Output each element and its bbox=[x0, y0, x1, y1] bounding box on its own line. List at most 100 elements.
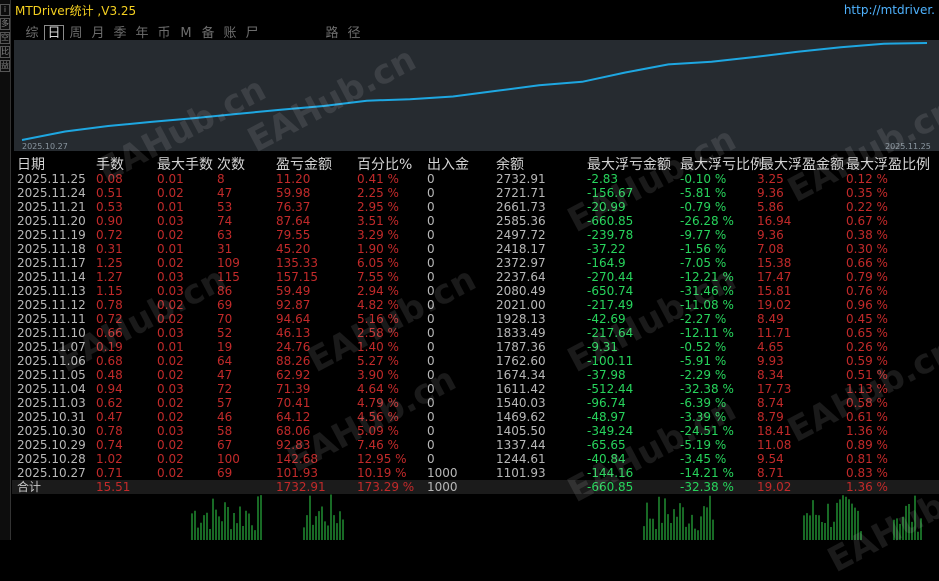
table-cell: 0.02 bbox=[157, 298, 184, 312]
table-cell: 46.13 bbox=[276, 326, 311, 340]
equity-curve-svg bbox=[21, 42, 928, 141]
column-header: 最大手数 bbox=[157, 157, 213, 173]
table-cell: 2025.10.28 bbox=[17, 452, 86, 466]
table-cell: 1.40 % bbox=[357, 340, 399, 354]
table-cell: 2.25 % bbox=[357, 186, 399, 200]
website-url-link[interactable]: http://mtdriver. bbox=[844, 3, 935, 17]
table-row: 2025.11.05 0.48 0.02 47 62.92 3.90 % 0 1674.34 -… bbox=[12, 368, 939, 382]
table-cell: 0 bbox=[427, 354, 435, 368]
table-cell: 0 bbox=[427, 424, 435, 438]
chart-x-end-label: 2025.11.25 bbox=[885, 142, 931, 151]
table-cell: 2025.11.06 bbox=[17, 354, 86, 368]
table-cell: 2025.11.25 bbox=[17, 172, 86, 186]
tab-8[interactable]: 备 bbox=[198, 22, 218, 41]
table-cell: 1674.34 bbox=[496, 368, 546, 382]
table-cell: 2025.11.20 bbox=[17, 214, 86, 228]
table-cell: 109 bbox=[217, 256, 240, 270]
table-cell: 1405.50 bbox=[496, 424, 546, 438]
table-cell: 72 bbox=[217, 382, 233, 396]
table-cell: -2.83 bbox=[587, 172, 619, 186]
table-cell: 9.54 bbox=[757, 452, 784, 466]
table-cell: 0.58 % bbox=[846, 396, 888, 410]
table-cell: 0.62 bbox=[96, 396, 123, 410]
total-cell: 1732.91 bbox=[276, 480, 326, 494]
table-cell: 7.55 % bbox=[357, 270, 399, 284]
table-cell: -5.19 % bbox=[680, 438, 727, 452]
table-cell: 0.74 bbox=[96, 438, 123, 452]
table-cell: 87.64 bbox=[276, 214, 311, 228]
table-cell: -12.21 % bbox=[680, 270, 734, 284]
table-cell: -14.21 % bbox=[680, 466, 734, 480]
table-cell: 0 bbox=[427, 368, 435, 382]
table-cell: 3.90 % bbox=[357, 368, 399, 382]
left-strip-button[interactable]: 比 bbox=[0, 46, 10, 58]
table-cell: 0.22 % bbox=[846, 200, 888, 214]
table-cell: 0.08 bbox=[96, 172, 123, 186]
table-cell: 1611.42 bbox=[496, 382, 546, 396]
table-cell: 4.64 % bbox=[357, 382, 399, 396]
table-cell: -100.11 bbox=[587, 354, 634, 368]
tab-10[interactable]: 尸 bbox=[242, 22, 262, 41]
table-cell: -65.65 bbox=[587, 438, 626, 452]
tab-5[interactable]: 年 bbox=[132, 22, 152, 41]
table-cell: 0.71 bbox=[96, 466, 123, 480]
tab-11[interactable]: 路 bbox=[322, 22, 342, 41]
table-cell: -9.31 bbox=[587, 340, 619, 354]
table-cell: 0 bbox=[427, 270, 435, 284]
tab-9[interactable]: 账 bbox=[220, 22, 240, 41]
equity-curve-chart bbox=[14, 40, 939, 151]
table-cell: 0.30 % bbox=[846, 242, 888, 256]
table-cell: 1540.03 bbox=[496, 396, 546, 410]
table-cell: -6.39 % bbox=[680, 396, 727, 410]
tab-3[interactable]: 月 bbox=[88, 22, 108, 41]
tab-7[interactable]: M bbox=[176, 26, 196, 41]
table-row: 2025.11.19 0.72 0.02 63 79.55 3.29 % 0 2497.72 -… bbox=[12, 228, 939, 242]
table-cell: 7.46 % bbox=[357, 438, 399, 452]
left-strip-button[interactable]: 多 bbox=[0, 18, 10, 30]
left-strip-button[interactable]: 益 bbox=[0, 60, 10, 72]
tab-6[interactable]: 币 bbox=[154, 22, 174, 41]
tab-12[interactable]: 径 bbox=[344, 22, 364, 41]
table-cell: -7.05 % bbox=[680, 256, 727, 270]
table-cell: 0 bbox=[427, 200, 435, 214]
table-cell: -217.49 bbox=[587, 298, 634, 312]
table-cell: 0.72 bbox=[96, 312, 123, 326]
tab-0[interactable]: 综 bbox=[22, 22, 42, 41]
column-header: 最大浮盈比例 bbox=[846, 157, 930, 173]
table-cell: 0.01 bbox=[157, 200, 184, 214]
table-cell: 101.93 bbox=[276, 466, 318, 480]
table-row: 2025.11.24 0.51 0.02 47 59.98 2.25 % 0 2721.71 -… bbox=[12, 186, 939, 200]
table-cell: 3.29 % bbox=[357, 228, 399, 242]
table-cell: -9.77 % bbox=[680, 228, 727, 242]
table-cell: -5.81 % bbox=[680, 186, 727, 200]
table-cell: 53 bbox=[217, 200, 233, 214]
table-cell: 7.08 bbox=[757, 242, 784, 256]
left-strip-button[interactable]: 空 bbox=[0, 32, 10, 44]
table-cell: 8 bbox=[217, 172, 225, 186]
table-cell: 9.93 bbox=[757, 354, 784, 368]
total-cell: 15.51 bbox=[96, 480, 131, 494]
table-cell: -512.44 bbox=[587, 382, 634, 396]
table-cell: 2025.11.12 bbox=[17, 298, 86, 312]
table-cell: 3.51 % bbox=[357, 214, 399, 228]
table-cell: 142.68 bbox=[276, 452, 318, 466]
table-cell: 46 bbox=[217, 410, 233, 424]
table-cell: 1.25 bbox=[96, 256, 123, 270]
table-cell: 0.78 bbox=[96, 298, 123, 312]
table-cell: 0.72 bbox=[96, 228, 123, 242]
table-cell: -144.16 bbox=[587, 466, 634, 480]
table-cell: 0.31 bbox=[96, 242, 123, 256]
table-cell: 2025.11.14 bbox=[17, 270, 86, 284]
column-header: 余额 bbox=[496, 157, 524, 173]
column-header: 最大浮亏金额 bbox=[587, 157, 671, 173]
table-cell: 4.82 % bbox=[357, 298, 399, 312]
left-strip-button[interactable]: i bbox=[0, 4, 10, 16]
table-cell: 1.13 % bbox=[846, 382, 888, 396]
tab-2[interactable]: 周 bbox=[66, 22, 86, 41]
table-cell: 0.02 bbox=[157, 396, 184, 410]
period-tabs: 综日周月季年币M备账尸路径 bbox=[22, 22, 366, 43]
table-cell: 2025.11.07 bbox=[17, 340, 86, 354]
tab-4[interactable]: 季 bbox=[110, 22, 130, 41]
table-cell: 0.03 bbox=[157, 424, 184, 438]
table-cell: 0.41 % bbox=[357, 172, 399, 186]
